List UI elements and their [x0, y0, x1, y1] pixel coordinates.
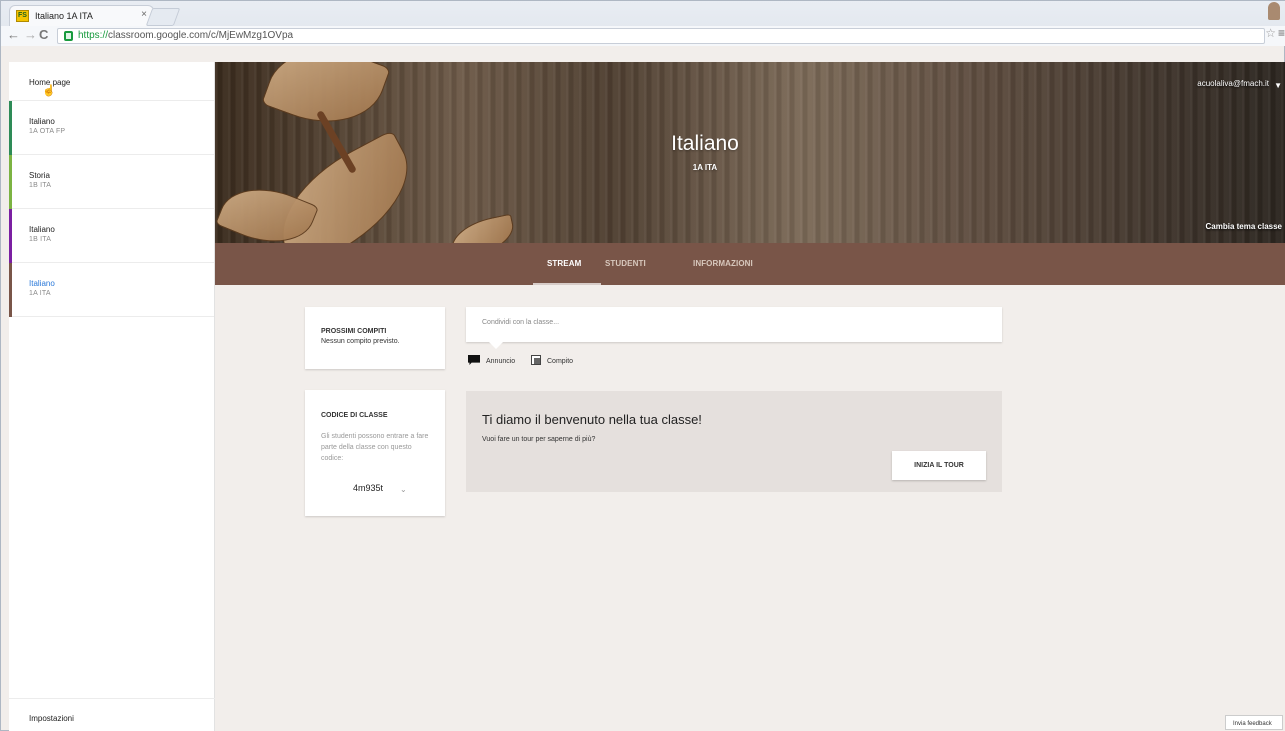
sidebar-class-section: 1B ITA	[29, 236, 52, 243]
sidebar-class-name: Italiano	[29, 117, 55, 126]
assignment-button[interactable]: Compito	[531, 355, 573, 365]
chevron-down-icon[interactable]: ▼	[1274, 81, 1282, 90]
tab-title: Italiano 1A ITA	[35, 11, 93, 21]
announcement-button[interactable]: Annuncio	[468, 355, 515, 365]
class-section-title: 1A ITA	[692, 163, 718, 172]
class-tabs: STREAM STUDENTI INFORMAZIONI	[215, 243, 1285, 285]
browser-tab[interactable]: FS Italiano 1A ITA ×	[9, 5, 154, 27]
tab-information[interactable]: INFORMAZIONI	[693, 259, 753, 268]
class-code-description: Gli studenti possono entrare a fare part…	[321, 433, 429, 462]
upcoming-assignments-title: PROSSIMI COMPITI	[321, 328, 387, 335]
sidebar-class-name: Storia	[29, 171, 50, 180]
url-path: classroom.google.com/c/MjEwMzg1OVpa	[108, 30, 294, 41]
upcoming-assignments-card: PROSSIMI COMPITI Nessun compito previsto…	[305, 307, 445, 369]
browser-window: FS Italiano 1A ITA × ← → C https://class…	[0, 0, 1285, 731]
welcome-text: Vuoi fare un tour per saperne di più?	[482, 436, 596, 443]
share-box-pointer	[489, 342, 503, 349]
class-code-title: CODICE DI CLASSE	[321, 412, 388, 419]
announcement-icon	[468, 355, 480, 365]
upcoming-assignments-empty-text: Nessun compito previsto.	[321, 338, 400, 345]
sidebar-class-section: 1B ITA	[29, 182, 52, 189]
chevron-down-icon[interactable]: ⌄	[400, 485, 407, 494]
url-protocol: https://	[78, 30, 109, 41]
forward-arrow-icon[interactable]: →	[24, 27, 37, 42]
start-tour-button[interactable]: INIZIA IL TOUR	[892, 451, 986, 480]
sidebar-class-name: Italiano	[29, 279, 55, 288]
class-header-banner: Italiano 1A ITA acuolaliva@fmach.it ▼ Ca…	[215, 62, 1285, 243]
classroom-favicon-icon: FS	[16, 10, 29, 22]
back-arrow-icon[interactable]: ←	[7, 27, 20, 42]
tab-stream[interactable]: STREAM	[547, 259, 581, 268]
sidebar-home-page[interactable]: Home page ☝	[9, 62, 214, 101]
address-bar[interactable]: https://classroom.google.com/c/MjEwMzg1O…	[57, 28, 1265, 44]
sidebar-class-italiano-1a-ita[interactable]: Italiano 1A ITA	[9, 263, 214, 317]
menu-icon[interactable]: ≡	[1278, 26, 1285, 40]
close-tab-icon[interactable]: ×	[141, 9, 147, 20]
class-sidebar: Home page ☝ Italiano 1A OTA FP Storia 1B…	[9, 62, 215, 731]
sidebar-class-section: 1A OTA FP	[29, 128, 66, 135]
stream-page: PROSSIMI COMPITI Nessun compito previsto…	[215, 285, 1285, 731]
assignment-icon	[531, 355, 541, 365]
browser-profile-icon[interactable]	[1268, 2, 1280, 20]
class-code-value[interactable]: 4m935t	[353, 483, 383, 493]
browser-toolbar: ← → C https://classroom.google.com/c/MjE…	[1, 26, 1285, 46]
class-title: Italiano	[671, 132, 739, 155]
new-tab-button[interactable]	[145, 8, 181, 26]
sidebar-settings[interactable]: Impostazioni	[9, 698, 215, 731]
browser-chrome: FS Italiano 1A ITA × ← → C https://class…	[1, 1, 1285, 46]
reload-icon[interactable]: C	[39, 27, 48, 42]
assignment-label: Compito	[547, 358, 574, 365]
tab-students[interactable]: STUDENTI	[605, 259, 646, 268]
change-theme-link[interactable]: Cambia tema classe	[1206, 222, 1283, 231]
sidebar-class-italiano-1b-ita[interactable]: Italiano 1B ITA	[9, 209, 214, 263]
account-email[interactable]: acuolaliva@fmach.it	[1197, 79, 1269, 88]
star-icon[interactable]: ☆	[1265, 26, 1276, 40]
lock-icon	[64, 31, 73, 41]
welcome-title: Ti diamo il benvenuto nella tua classe!	[482, 412, 702, 427]
sidebar-class-italiano-1a-ota-fp[interactable]: Italiano 1A OTA FP	[9, 101, 214, 155]
sidebar-class-storia-1b-ita[interactable]: Storia 1B ITA	[9, 155, 214, 209]
welcome-card: Ti diamo il benvenuto nella tua classe! …	[466, 391, 1002, 492]
announcement-label: Annuncio	[486, 358, 516, 365]
sidebar-class-section: 1A ITA	[29, 290, 51, 297]
share-with-class-input[interactable]: Condividi con la classe...	[466, 307, 1002, 342]
sidebar-class-name: Italiano	[29, 225, 55, 234]
hand-cursor-icon: ☝	[42, 85, 56, 97]
class-code-card: CODICE DI CLASSE Gli studenti possono en…	[305, 390, 445, 516]
send-feedback-button[interactable]: Invia feedback	[1225, 715, 1283, 730]
